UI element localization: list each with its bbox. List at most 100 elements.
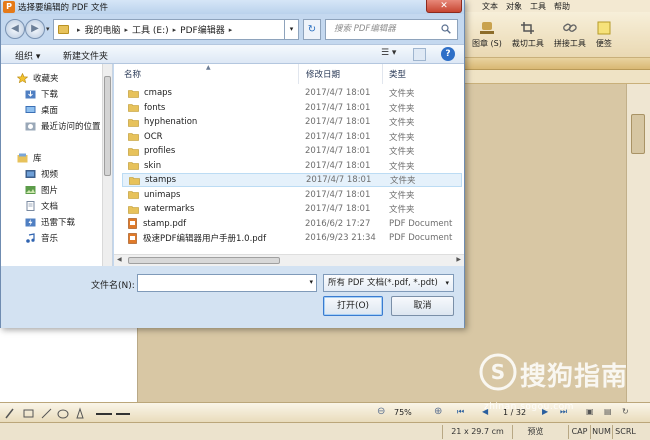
file-name-cell: hyphenation <box>128 117 197 127</box>
bottom-toolbar: ⊖ 75% ⊕ ⏮ ◀ 1 / 32 ▶ ⏭ ▣ ▤ ↻ <box>0 402 650 422</box>
refresh-button[interactable]: ↻ <box>303 19 321 40</box>
forward-button[interactable]: ▶ <box>25 19 45 39</box>
file-row[interactable]: watermarks 2017/4/7 18:01 文件夹 <box>122 202 462 216</box>
first-page-icon[interactable]: ⏮ <box>457 407 464 417</box>
file-row[interactable]: stamps 2017/4/7 18:01 文件夹 <box>122 173 462 187</box>
preview-pane-button[interactable] <box>413 48 426 61</box>
dialog-footer: 文件名(N): ▾ 所有 PDF 文档(*.pdf, *.pdt) ▾ 打开(O… <box>1 266 464 328</box>
column-header-name[interactable]: 名称 <box>124 68 141 80</box>
note-button[interactable]: 便签 <box>596 21 612 49</box>
menu-item-help[interactable]: 帮助 <box>554 1 570 12</box>
breadcrumb-drive[interactable]: 工具 (E:) <box>132 23 169 36</box>
nav-libraries[interactable]: 库 <box>17 151 42 165</box>
fit-page-icon[interactable]: ▣ <box>586 407 594 416</box>
file-row[interactable]: unimaps 2017/4/7 18:01 文件夹 <box>122 188 462 202</box>
organize-menu[interactable]: 组织 ▾ <box>15 49 40 62</box>
last-page-icon[interactable]: ⏭ <box>560 407 567 417</box>
open-button[interactable]: 打开(O) <box>323 296 383 316</box>
menu-item-text[interactable]: 文本 <box>482 1 498 12</box>
menu-item-object[interactable]: 对象 <box>506 1 522 12</box>
breadcrumb-computer[interactable]: 我的电脑 <box>85 23 121 36</box>
file-type: 文件夹 <box>389 147 415 157</box>
crop-tool-button[interactable]: 裁切工具 <box>512 21 544 49</box>
chevron-down-icon[interactable]: ▾ <box>309 278 313 286</box>
back-button[interactable]: ◀ <box>5 19 25 39</box>
dialog-titlebar[interactable]: P 选择要编辑的 PDF 文件 ✕ <box>1 0 464 14</box>
file-date: 2017/4/7 18:01 <box>305 117 371 127</box>
nav-thunder-downloads[interactable]: 迅雷下载 <box>25 215 75 229</box>
breadcrumb-separator[interactable]: ▸ <box>77 26 81 34</box>
menu-item-tools[interactable]: 工具 <box>530 1 546 12</box>
file-row[interactable]: skin 2017/4/7 18:01 文件夹 <box>122 159 462 173</box>
file-row[interactable]: profiles 2017/4/7 18:01 文件夹 <box>122 144 462 158</box>
nav-music[interactable]: 音乐 <box>25 231 58 245</box>
join-tool-button[interactable]: 拼接工具 <box>554 21 586 49</box>
breadcrumb-separator[interactable]: ▸ <box>125 26 129 34</box>
folder-icon <box>128 147 139 156</box>
file-row[interactable]: 极速PDF编辑器用户手册1.0.pdf 2016/9/23 21:34 PDF Do… <box>122 231 462 245</box>
file-row[interactable]: fonts 2017/4/7 18:01 文件夹 <box>122 101 462 115</box>
fit-width-icon[interactable]: ▤ <box>604 407 612 416</box>
file-name-cell: stamp.pdf <box>128 218 186 229</box>
zoom-in-icon[interactable]: ⊕ <box>434 406 442 417</box>
nav-thunder-downloads-label: 迅雷下载 <box>41 218 76 228</box>
nav-pane-scroll-thumb[interactable] <box>104 76 111 176</box>
address-bar[interactable]: ▸ 我的电脑 ▸ 工具 (E:) ▸ PDF编辑器 ▸ <box>53 19 285 40</box>
file-row[interactable]: OCR 2017/4/7 18:01 文件夹 <box>122 130 462 144</box>
file-type: 文件夹 <box>389 118 415 128</box>
drawing-tools[interactable] <box>4 406 134 420</box>
nav-videos[interactable]: 视频 <box>25 167 58 181</box>
nav-documents[interactable]: 文档 <box>25 199 58 213</box>
address-history-dropdown[interactable]: ▾ <box>285 19 299 40</box>
next-page-icon[interactable]: ▶ <box>542 407 548 416</box>
scroll-right-icon[interactable]: ▶ <box>456 256 461 263</box>
filename-input[interactable]: ▾ <box>137 274 317 292</box>
file-row[interactable]: hyphenation 2017/4/7 18:01 文件夹 <box>122 115 462 129</box>
rotate-icon[interactable]: ↻ <box>622 407 629 416</box>
nav-pictures[interactable]: 图片 <box>25 183 58 197</box>
nav-pictures-label: 图片 <box>41 186 59 196</box>
breadcrumb-folder[interactable]: PDF编辑器 <box>180 23 225 36</box>
file-list-hscrollbar[interactable]: ◀ ▶ <box>114 254 464 266</box>
column-header-type[interactable]: 类型 <box>389 68 406 80</box>
zoom-level[interactable]: 75% <box>394 408 412 417</box>
search-icon <box>441 24 451 34</box>
nav-favorites[interactable]: 收藏夹 <box>17 71 59 85</box>
close-icon: ✕ <box>440 1 448 11</box>
column-divider[interactable] <box>298 64 299 84</box>
prev-page-icon[interactable]: ◀ <box>482 407 488 416</box>
search-input[interactable]: 搜索 PDF编辑器 <box>325 19 458 40</box>
zoom-out-icon[interactable]: ⊖ <box>377 406 385 417</box>
cancel-button[interactable]: 取消 <box>391 296 454 316</box>
nav-downloads-label: 下载 <box>41 90 59 100</box>
breadcrumb-separator[interactable]: ▸ <box>173 26 177 34</box>
folder-icon <box>128 162 139 170</box>
close-button[interactable]: ✕ <box>426 0 462 13</box>
scroll-left-icon[interactable]: ◀ <box>117 256 122 263</box>
nav-desktop[interactable]: 桌面 <box>25 103 58 117</box>
column-divider[interactable] <box>382 64 383 84</box>
nav-recent-places[interactable]: 最近访问的位置 <box>25 119 101 133</box>
nav-pane-scrollbar[interactable] <box>102 64 112 266</box>
new-folder-button[interactable]: 新建文件夹 <box>63 49 108 62</box>
breadcrumb-separator[interactable]: ▸ <box>229 26 233 34</box>
nav-music-label: 音乐 <box>41 234 59 244</box>
help-button[interactable]: ? <box>441 47 455 61</box>
page-indicator[interactable]: 1 / 32 <box>503 408 526 417</box>
caps-cell: CAP <box>568 424 590 439</box>
nav-videos-label: 视频 <box>41 170 59 180</box>
change-view-button[interactable]: ☰ ▾ <box>381 48 403 61</box>
file-name-cell: 极速PDF编辑器用户手册1.0.pdf <box>128 232 266 244</box>
document-scrollbar[interactable] <box>626 84 650 402</box>
library-icon <box>17 153 28 163</box>
nav-downloads[interactable]: 下载 <box>25 87 58 101</box>
scroll-thumb[interactable] <box>631 114 645 154</box>
hscroll-thumb[interactable] <box>128 257 280 264</box>
file-name: stamps <box>145 175 177 185</box>
filetype-select[interactable]: 所有 PDF 文档(*.pdf, *.pdt) ▾ <box>323 274 454 292</box>
file-type: 文件夹 <box>389 89 415 99</box>
file-row[interactable]: stamp.pdf 2016/6/2 17:27 PDF Document <box>122 217 462 231</box>
stamp-button[interactable]: 图章 (S) <box>472 21 502 49</box>
file-row[interactable]: cmaps 2017/4/7 18:01 文件夹 <box>122 86 462 100</box>
column-header-date[interactable]: 修改日期 <box>306 68 340 80</box>
